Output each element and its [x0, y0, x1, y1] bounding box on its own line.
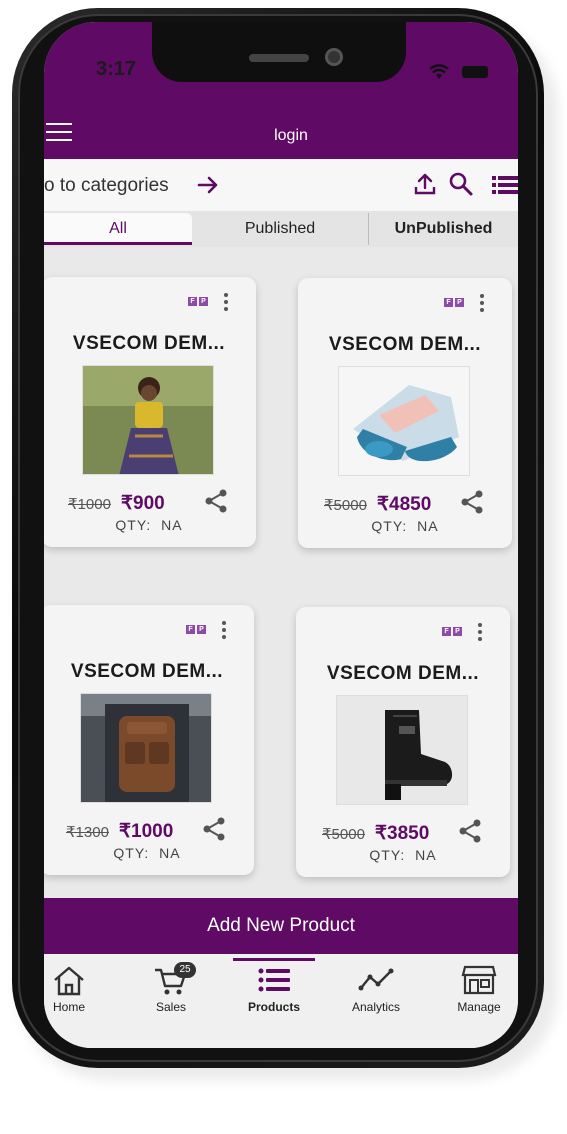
share-icon[interactable]	[458, 819, 482, 843]
product-image[interactable]	[336, 695, 468, 805]
nav-manage[interactable]: Manage	[432, 954, 518, 1048]
original-price: ₹5000	[322, 826, 365, 843]
product-card[interactable]: FP VSECOM DEM... ₹1300 ₹1000 QTY: NA	[44, 605, 254, 875]
product-image[interactable]	[82, 365, 214, 475]
quantity: QTY: NA	[113, 845, 181, 861]
tab-published[interactable]: Published	[194, 213, 366, 245]
products-list-icon	[258, 968, 290, 992]
original-price: ₹5000	[324, 497, 367, 514]
product-title: VSECOM DEM...	[328, 334, 482, 355]
notch	[152, 22, 406, 82]
sale-price: ₹1000	[118, 821, 174, 842]
home-icon	[54, 966, 84, 996]
status-bar: 3:17	[44, 22, 518, 117]
product-title: VSECOM DEM...	[326, 663, 480, 684]
go-to-categories-link[interactable]: o to categories	[44, 175, 169, 197]
tab-all[interactable]: All	[44, 213, 192, 245]
nav-label: Manage	[457, 1000, 501, 1014]
more-options-icon[interactable]	[223, 293, 229, 313]
wifi-icon	[429, 64, 449, 79]
fp-badge: FP	[188, 297, 208, 306]
battery-icon	[462, 66, 488, 78]
nav-products[interactable]: Products	[227, 954, 321, 1048]
sales-count-badge: 25	[174, 962, 196, 978]
sale-price: ₹3850	[374, 823, 430, 844]
tab-unpublished[interactable]: UnPublished	[368, 213, 518, 245]
price-row: ₹1000 ₹900	[68, 492, 165, 515]
more-options-icon[interactable]	[477, 623, 483, 643]
product-title: VSECOM DEM...	[72, 333, 226, 354]
product-image[interactable]	[338, 366, 470, 476]
search-icon[interactable]	[448, 171, 474, 197]
nav-label: Sales	[155, 1000, 187, 1014]
price-row: ₹5000 ₹3850	[322, 822, 429, 845]
status-time: 3:17	[96, 58, 137, 80]
arrow-right-icon[interactable]	[196, 173, 220, 197]
quantity: QTY: NA	[115, 517, 183, 533]
price-row: ₹5000 ₹4850	[324, 493, 431, 516]
product-card[interactable]: FP VSECOM DEM... ₹1000 ₹900 QTY: NA	[44, 277, 256, 547]
original-price: ₹1000	[68, 496, 111, 513]
more-options-icon[interactable]	[479, 294, 485, 314]
quantity: QTY: NA	[369, 847, 437, 863]
fp-badge: FP	[442, 627, 462, 636]
share-icon[interactable]	[460, 490, 484, 514]
more-options-icon[interactable]	[221, 621, 227, 641]
phone-screen: 3:17 login o to categories All Published…	[44, 22, 518, 1048]
nav-home[interactable]: Home	[44, 954, 116, 1048]
nav-sales[interactable]: 25 Sales	[124, 954, 218, 1048]
store-icon	[461, 965, 497, 995]
product-card[interactable]: FP VSECOM DEM... ₹5000 ₹4850 QTY: NA	[298, 278, 512, 548]
fp-badge: FP	[186, 625, 206, 634]
nav-label: Products	[247, 1000, 300, 1014]
nav-label: Analytics	[351, 1000, 401, 1014]
app-header: login	[44, 117, 518, 159]
price-row: ₹1300 ₹1000	[66, 820, 173, 843]
product-card[interactable]: FP VSECOM DEM... ₹5000 ₹3850 QTY: NA	[296, 607, 510, 877]
nav-label: Home	[52, 1000, 85, 1014]
product-tabs: All Published UnPublished	[44, 211, 518, 247]
share-icon[interactable]	[202, 817, 226, 841]
fp-badge: FP	[444, 298, 464, 307]
share-icon[interactable]	[204, 489, 228, 513]
speaker	[249, 54, 309, 62]
list-view-icon[interactable]	[492, 175, 518, 195]
upload-icon[interactable]	[412, 171, 438, 197]
header-title: login	[274, 127, 308, 144]
add-new-product-button[interactable]: Add New Product	[44, 898, 518, 954]
analytics-icon	[358, 968, 394, 991]
bottom-nav: Home 25 Sales Products Analytics Manage	[44, 954, 518, 1048]
quantity: QTY: NA	[371, 518, 439, 534]
camera	[325, 48, 343, 66]
sale-price: ₹4850	[376, 494, 432, 515]
nav-analytics[interactable]: Analytics	[329, 954, 423, 1048]
product-image[interactable]	[80, 693, 212, 803]
sale-price: ₹900	[120, 493, 165, 514]
original-price: ₹1300	[66, 824, 109, 841]
category-bar: o to categories	[44, 159, 518, 211]
product-title: VSECOM DEM...	[70, 661, 224, 682]
